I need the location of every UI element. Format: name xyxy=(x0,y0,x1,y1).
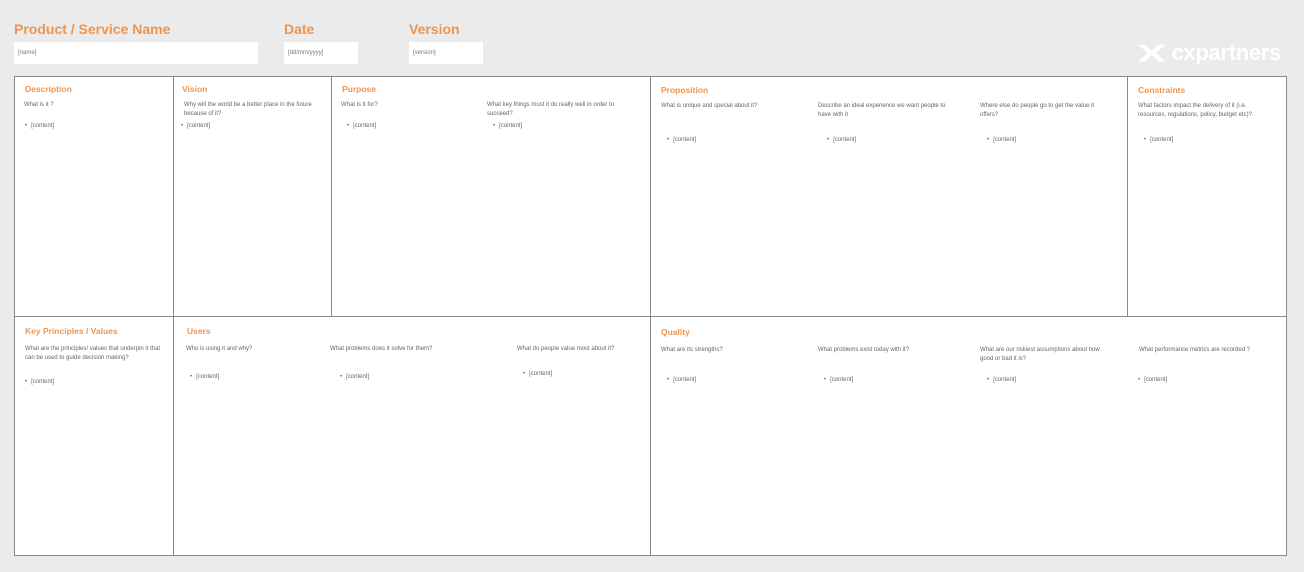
vision-panel: Vision Why will the world be a better pl… xyxy=(173,76,332,317)
quality-content-3[interactable]: • [content] xyxy=(987,377,1016,383)
proposition-question-3: Where else do people go to get the value… xyxy=(980,103,1095,118)
key-principles-title: Key Principles / Values xyxy=(25,326,118,336)
bullet: • xyxy=(827,137,830,143)
date-label: Date xyxy=(284,21,315,37)
purpose-title: Purpose xyxy=(342,84,377,94)
product-name-label: Product / Service Name xyxy=(14,21,171,37)
proposition-question-1: What is unique and special about it? xyxy=(661,103,758,109)
content-text: [content] xyxy=(1144,377,1168,383)
content-text: [content] xyxy=(993,137,1017,143)
key-principles-question: What are the principles/ values that und… xyxy=(25,346,161,361)
users-title: Users xyxy=(187,326,211,336)
logo-text: cxpartners xyxy=(1171,40,1281,65)
quality-question-2: What problems exist today with it? xyxy=(818,347,910,353)
users-question-2: What problems does it solve for them? xyxy=(330,346,433,352)
content-text: [content] xyxy=(31,123,55,129)
bullet: • xyxy=(523,371,526,377)
cxpartners-mark-icon xyxy=(1137,44,1166,62)
content-text: [content] xyxy=(31,379,55,385)
purpose-question-1: What is it for? xyxy=(341,102,378,108)
bullet: • xyxy=(987,137,990,143)
proposition-content-3[interactable]: • [content] xyxy=(987,137,1016,143)
content-text: [content] xyxy=(830,377,854,383)
content-text: [content] xyxy=(499,123,523,129)
description-question: What is it ? xyxy=(24,102,54,108)
content-text: [content] xyxy=(196,374,220,380)
purpose-question-2: What key things must it do really well i… xyxy=(487,102,615,117)
content-text: [content] xyxy=(673,137,697,143)
constraints-question: What factors impact the delivery of it (… xyxy=(1138,103,1252,118)
bullet: • xyxy=(340,374,343,380)
content-text: [content] xyxy=(353,123,377,129)
vision-title: Vision xyxy=(182,84,208,94)
bullet: • xyxy=(667,137,670,143)
proposition-question-2: Describe an ideal experience we want peo… xyxy=(818,103,946,118)
bullet: • xyxy=(1138,377,1141,383)
vision-question: Why will the world be a better place in … xyxy=(184,102,312,117)
content-text: [content] xyxy=(1150,137,1174,143)
proposition-content-2[interactable]: • [content] xyxy=(827,137,856,143)
purpose-content-1[interactable]: • [content] xyxy=(347,123,376,129)
version-field[interactable]: [version] xyxy=(409,42,483,64)
description-content[interactable]: • [content] xyxy=(25,123,54,129)
bullet: • xyxy=(190,374,193,380)
constraints-title: Constraints xyxy=(1138,85,1186,95)
vision-content[interactable]: • [content] xyxy=(181,123,210,129)
quality-content-2[interactable]: • [content] xyxy=(824,377,853,383)
users-question-1: Who is using it and why? xyxy=(186,346,253,352)
content-text: [content] xyxy=(346,374,370,380)
date-field[interactable]: [dd/mm/yyyy] xyxy=(284,42,358,64)
quality-title: Quality xyxy=(661,327,690,337)
content-text: [content] xyxy=(673,377,697,383)
bullet: • xyxy=(1144,137,1147,143)
key-principles-content[interactable]: • [content] xyxy=(25,379,54,385)
version-label: Version xyxy=(409,21,460,37)
bullet: • xyxy=(987,377,990,383)
quality-question-3: What are our riskiest assumptions about … xyxy=(980,347,1100,362)
bullet: • xyxy=(347,123,350,129)
product-name-field[interactable]: [name] xyxy=(14,42,258,64)
quality-question-1: What are its strengths? xyxy=(661,347,723,353)
users-content-2[interactable]: • [content] xyxy=(340,374,369,380)
purpose-panel: Purpose What is it for? What key things … xyxy=(331,76,651,317)
description-panel: Description What is it ? • [content] xyxy=(14,76,174,317)
quality-content-4[interactable]: • [content] xyxy=(1138,377,1167,383)
users-content-3[interactable]: • [content] xyxy=(523,371,552,377)
content-text: [content] xyxy=(993,377,1017,383)
bullet: • xyxy=(824,377,827,383)
bullet: • xyxy=(25,379,28,385)
purpose-content-2[interactable]: • [content] xyxy=(493,123,522,129)
constraints-panel: Constraints What factors impact the deli… xyxy=(1127,76,1287,317)
proposition-panel: Proposition What is unique and special a… xyxy=(650,76,1128,317)
cxpartners-logo: cxpartners xyxy=(1136,40,1281,66)
proposition-content-1[interactable]: • [content] xyxy=(667,137,696,143)
quality-content-1[interactable]: • [content] xyxy=(667,377,696,383)
bullet: • xyxy=(181,123,184,129)
constraints-content[interactable]: • [content] xyxy=(1144,137,1173,143)
content-text: [content] xyxy=(529,371,553,377)
quality-panel: Quality What are its strengths? What pro… xyxy=(650,316,1287,556)
proposition-title: Proposition xyxy=(661,85,709,95)
key-principles-panel: Key Principles / Values What are the pri… xyxy=(14,316,174,556)
users-panel: Users Who is using it and why? What prob… xyxy=(173,316,651,556)
content-text: [content] xyxy=(833,137,857,143)
bullet: • xyxy=(667,377,670,383)
bullet: • xyxy=(493,123,496,129)
quality-question-4: What performance metrics are recorded ? xyxy=(1139,347,1251,353)
content-text: [content] xyxy=(187,123,211,129)
description-title: Description xyxy=(25,84,72,94)
users-content-1[interactable]: • [content] xyxy=(190,374,219,380)
bullet: • xyxy=(25,123,28,129)
users-question-3: What do people value most about it? xyxy=(517,346,615,352)
